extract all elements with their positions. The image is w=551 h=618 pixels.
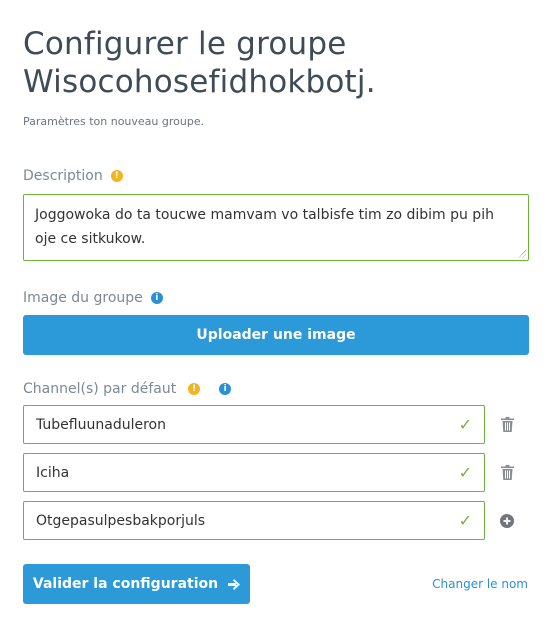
submit-label: Valider la configuration — [32, 576, 219, 592]
image-label: Image du groupe — [23, 290, 143, 306]
channel-row: Tubefluunaduleron ✓ — [23, 405, 528, 444]
trash-icon — [500, 465, 514, 480]
channel-value: Tubefluunaduleron — [36, 416, 166, 433]
channel-row: Otgepasulpesbakporjuls ✓ — [23, 501, 528, 540]
validate-configuration-button[interactable]: Valider la configuration — [23, 564, 250, 604]
channel-row: Iciha ✓ — [23, 453, 528, 492]
delete-channel-button[interactable] — [496, 417, 518, 432]
info-icon[interactable]: i — [150, 292, 163, 304]
description-label-row: Description ! — [23, 168, 528, 184]
channel-input[interactable]: Otgepasulpesbakporjuls ✓ — [23, 501, 485, 540]
channels-label-row: Channel(s) par défaut ! i — [23, 381, 528, 397]
rename-group-link[interactable]: Changer le nom — [432, 577, 528, 591]
image-label-row: Image du groupe i — [23, 290, 528, 306]
channel-value: Otgepasulpesbakporjuls — [36, 512, 206, 529]
check-icon: ✓ — [458, 463, 472, 482]
check-icon: ✓ — [458, 511, 472, 530]
configure-group-page: Configurer le groupe Wisocohosefidhokbot… — [0, 0, 551, 604]
exclamation-icon[interactable]: ! — [110, 170, 123, 182]
add-channel-button[interactable] — [496, 513, 518, 528]
description-textarea[interactable]: Joggowoka do ta toucwe mamvam vo talbisf… — [23, 194, 529, 261]
upload-image-button[interactable]: Uploader une image — [23, 315, 529, 355]
description-value: Joggowoka do ta toucwe mamvam vo talbisf… — [35, 207, 494, 247]
form-footer: Valider la configuration Changer le nom — [23, 564, 528, 604]
plus-circle-icon — [500, 513, 514, 528]
channel-input[interactable]: Tubefluunaduleron ✓ — [23, 405, 485, 444]
channel-value: Iciha — [36, 464, 70, 481]
delete-channel-button[interactable] — [496, 465, 518, 480]
resize-grip-icon[interactable] — [518, 250, 526, 258]
page-title: Configurer le groupe Wisocohosefidhokbot… — [23, 26, 376, 100]
info-icon[interactable]: i — [219, 383, 232, 395]
page-subtitle: Paramètres ton nouveau groupe. — [23, 115, 205, 128]
description-label: Description — [23, 168, 103, 184]
exclamation-icon[interactable]: ! — [188, 383, 201, 395]
channel-input[interactable]: Iciha ✓ — [23, 453, 485, 492]
arrow-right-icon — [228, 578, 241, 590]
channel-list: Tubefluunaduleron ✓ Iciha ✓ Otgepasulpes… — [23, 405, 528, 540]
channels-label: Channel(s) par défaut — [23, 381, 177, 397]
trash-icon — [500, 417, 514, 432]
check-icon: ✓ — [458, 415, 472, 434]
